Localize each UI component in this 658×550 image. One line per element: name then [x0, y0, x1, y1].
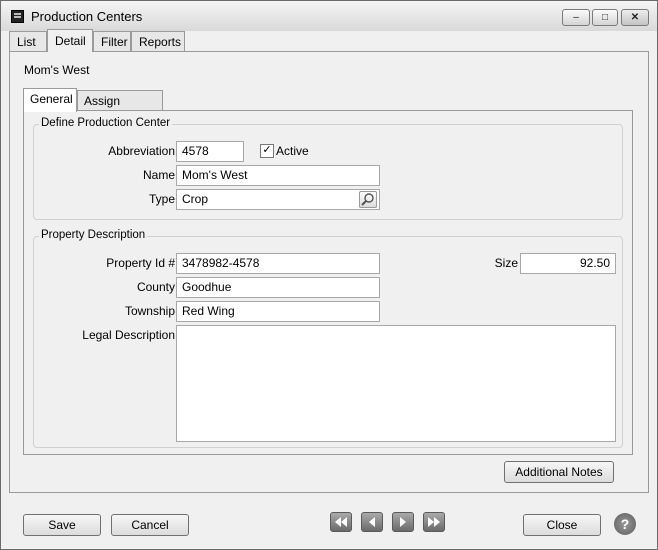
additional-notes-button[interactable]: Additional Notes — [504, 461, 614, 483]
county-input[interactable]: Goodhue — [176, 277, 380, 298]
name-input[interactable]: Mom's West — [176, 165, 380, 186]
subtab-assign-groups[interactable]: Assign Groups — [77, 90, 163, 129]
magnifier-icon[interactable] — [359, 191, 377, 208]
last-record-icon[interactable] — [423, 512, 445, 532]
minimize-button[interactable]: – — [562, 9, 590, 26]
define-group-title: Define Production Center — [39, 117, 173, 129]
cancel-button[interactable]: Cancel — [111, 514, 189, 536]
tab-list[interactable]: List — [9, 31, 47, 51]
size-input[interactable]: 92.50 — [520, 253, 616, 274]
active-checkbox[interactable]: ✓ — [260, 144, 274, 158]
size-label: Size — [494, 256, 518, 270]
title-bar: Production Centers – □ ✕ — [1, 1, 657, 31]
close-button[interactable]: Close — [523, 514, 601, 536]
previous-record-icon[interactable] — [361, 512, 383, 532]
save-button[interactable]: Save — [23, 514, 101, 536]
county-label: County — [136, 280, 175, 294]
abbreviation-input[interactable]: 4578 — [176, 141, 244, 162]
township-input[interactable]: Red Wing — [176, 301, 380, 322]
subtab-general[interactable]: General — [23, 88, 77, 112]
name-label: Name — [142, 168, 175, 182]
first-record-icon[interactable] — [330, 512, 352, 532]
property-group-title: Property Description — [39, 229, 148, 241]
maximize-button[interactable]: □ — [592, 9, 618, 26]
close-window-button[interactable]: ✕ — [621, 9, 649, 26]
tab-detail[interactable]: Detail — [47, 29, 93, 52]
legal-description-label: Legal Description — [82, 328, 175, 342]
production-centers-window: Production Centers – □ ✕ List Detail Fil… — [0, 0, 658, 550]
active-label: Active — [276, 144, 309, 158]
legal-description-textarea[interactable] — [176, 325, 616, 442]
tab-filter[interactable]: Filter — [93, 31, 131, 51]
window-title: Production Centers — [31, 9, 143, 24]
property-id-input[interactable]: 3478982-4578 — [176, 253, 380, 274]
property-id-label: Property Id # — [106, 256, 175, 270]
record-title: Mom's West — [24, 63, 90, 77]
abbreviation-label: Abbreviation — [108, 144, 175, 158]
type-input[interactable]: Crop — [176, 189, 380, 210]
township-label: Township — [124, 304, 175, 318]
next-record-icon[interactable] — [392, 512, 414, 532]
help-icon[interactable]: ? — [614, 513, 636, 535]
tab-reports[interactable]: Reports — [131, 31, 185, 51]
app-icon — [11, 10, 24, 23]
type-label: Type — [148, 192, 175, 206]
